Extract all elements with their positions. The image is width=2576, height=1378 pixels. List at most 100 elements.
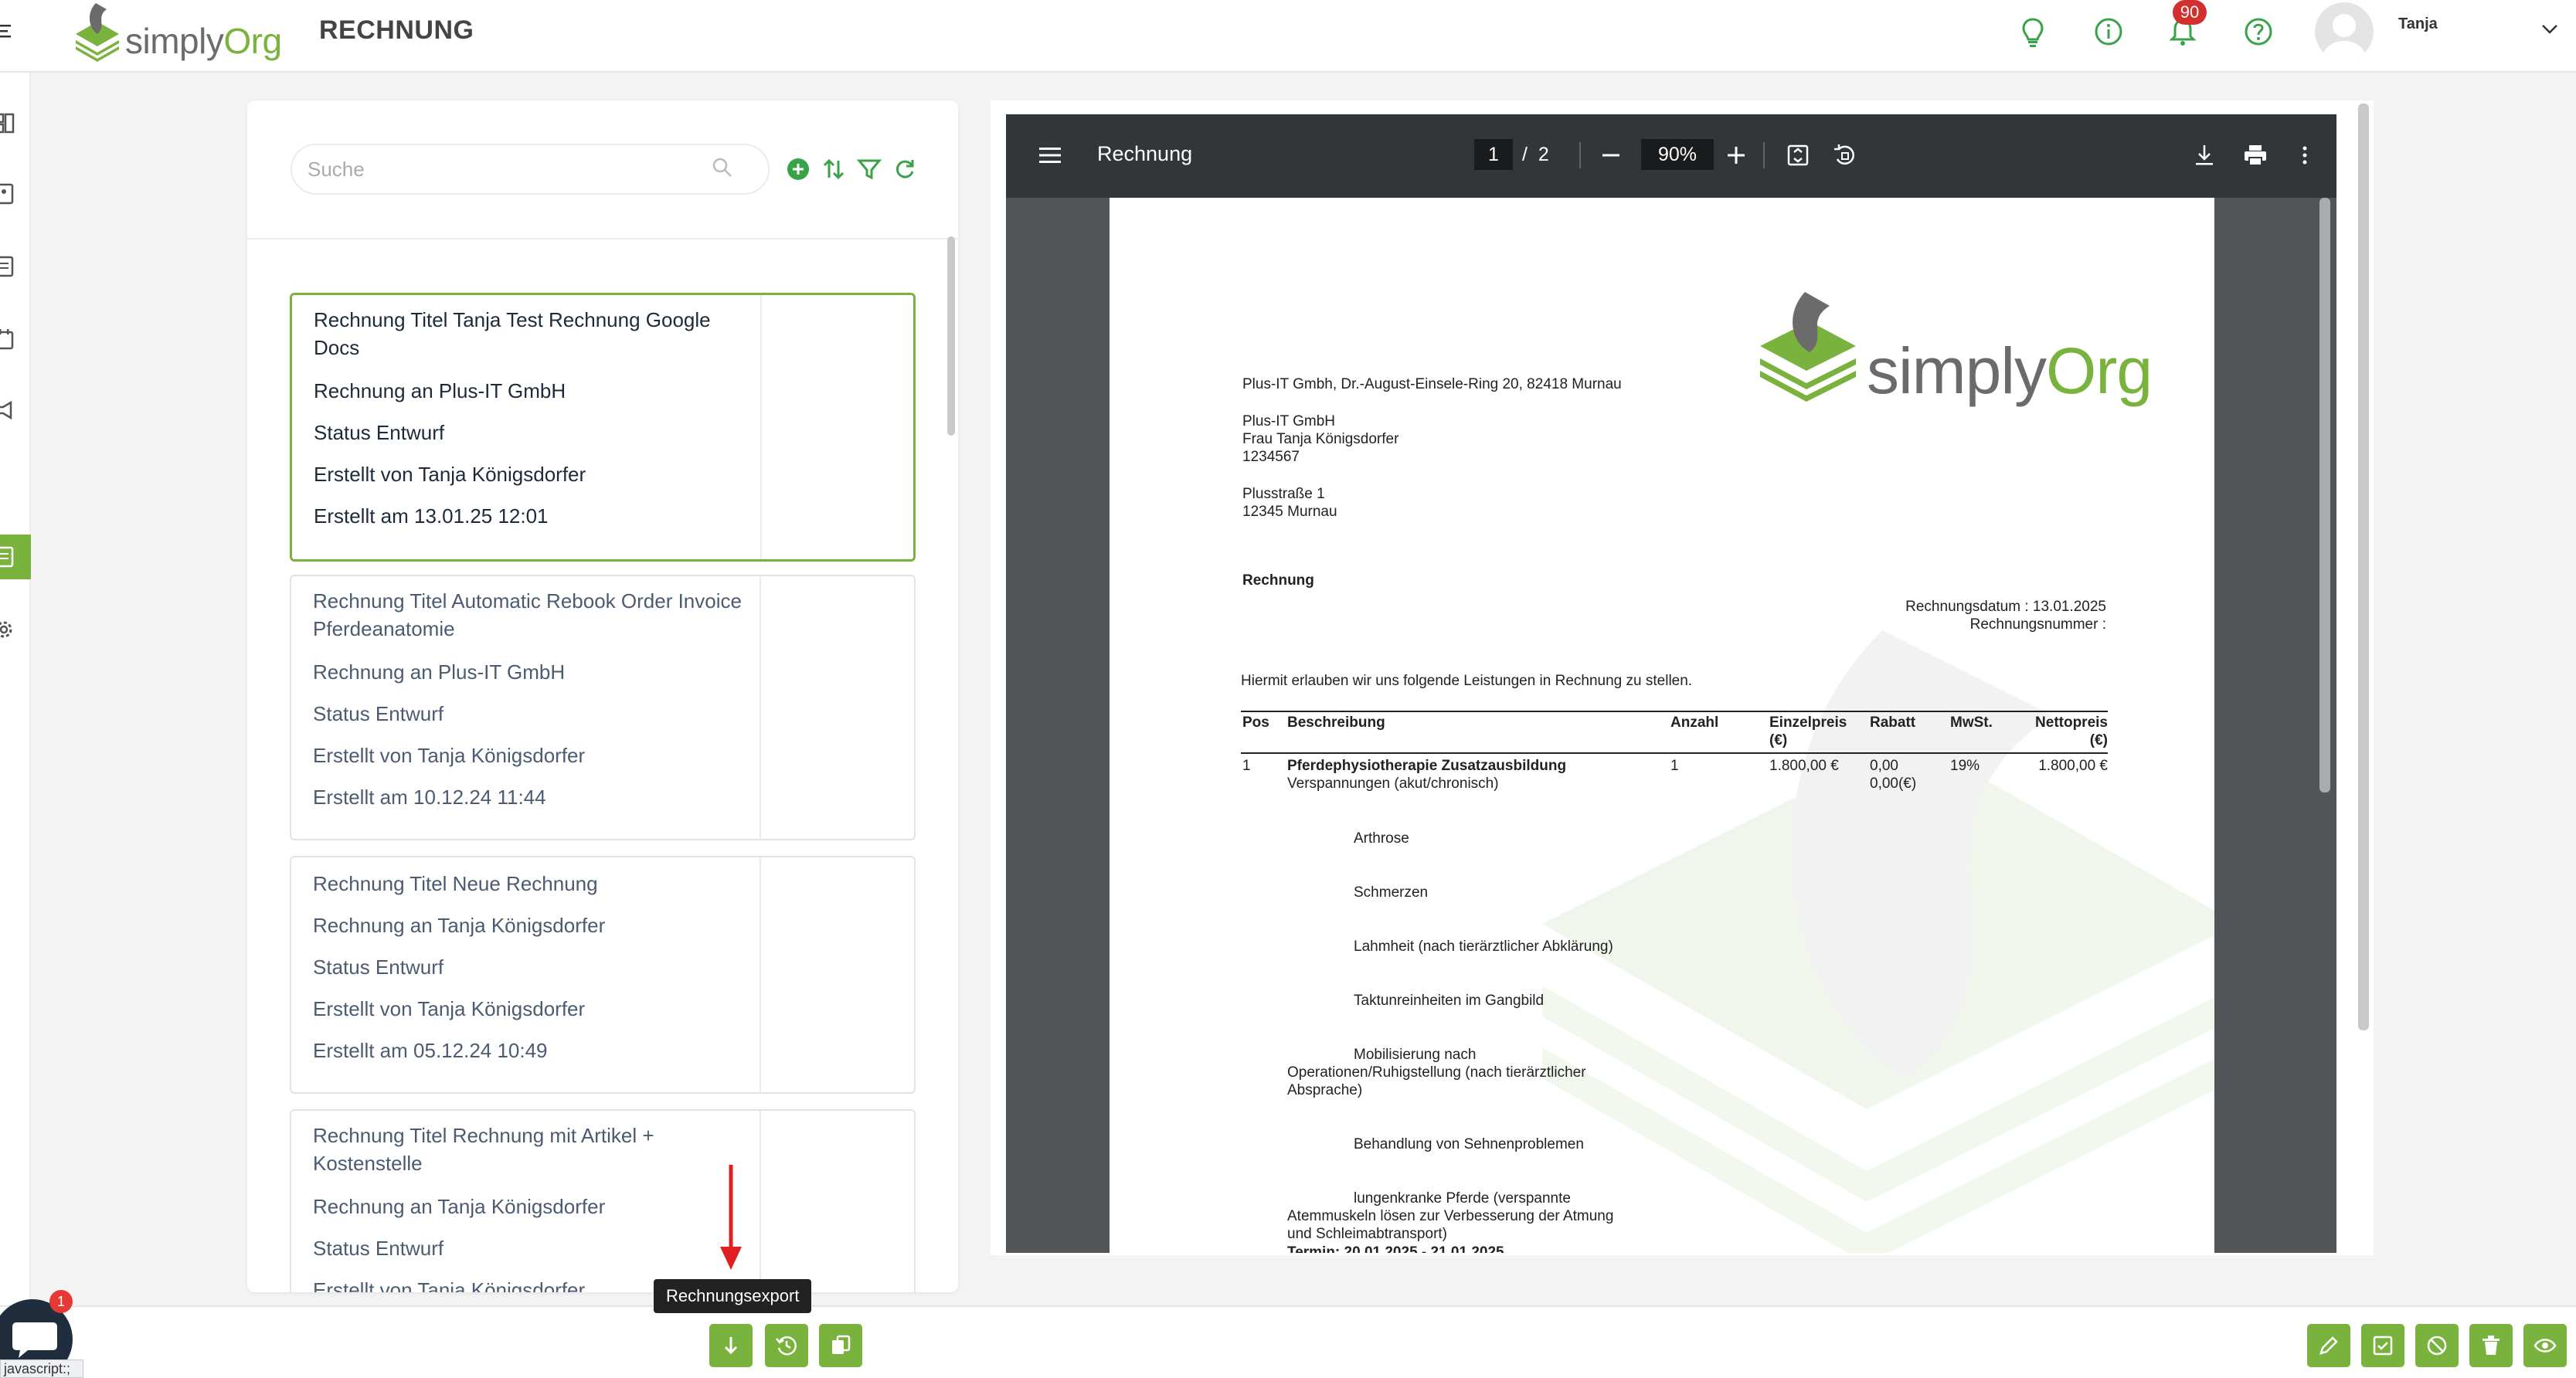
table-header-rule [1241,752,2108,754]
print-icon[interactable] [2242,142,2268,168]
delete-button[interactable] [2469,1324,2513,1367]
logo-word-org: Org [2046,334,2153,407]
history-button[interactable] [765,1324,808,1367]
card-title: Rechnung Titel Rechnung mit Artikel + Ko… [313,1124,654,1175]
pdf-scrollbar[interactable] [2319,198,2330,793]
preview-button[interactable] [2523,1324,2567,1367]
th-vat: MwSt. [1950,714,1993,731]
card-created-by: Erstellt von Tanja Königsdorfer [313,744,586,767]
status-url-chip: javascript:; [0,1359,83,1378]
card-created-by: Erstellt von Tanja Königsdorfer [313,997,586,1020]
logo-word-org: Org [223,21,282,61]
chevron-down-icon[interactable] [2540,23,2559,36]
toolbar-divider [1579,142,1581,168]
export-download-button[interactable] [709,1324,753,1367]
row-net-price: 1.800,00 € [2038,758,2108,774]
th-description: Beschreibung [1287,714,1385,731]
search-icon[interactable] [711,156,734,179]
help-icon[interactable] [2242,15,2275,48]
ban-icon [2427,1336,2447,1356]
service-item-continued: Absprache) [1287,1082,1363,1098]
settings-gear-icon[interactable] [0,618,15,641]
toolbar-divider [1763,142,1765,168]
refresh-icon[interactable] [892,156,918,182]
viewer-panel-scrollbar[interactable] [2358,104,2369,1030]
list-scrollbar[interactable] [947,236,955,436]
filter-icon[interactable] [856,156,882,182]
history-icon [776,1336,797,1356]
trash-icon [2483,1336,2500,1355]
address-line: Plusstraße 1 [1242,486,1325,502]
zoom-in-icon[interactable] [1723,142,1749,168]
user-silhouette-icon [2323,14,2366,61]
invoice-logo: simplyOrg [1759,290,2176,407]
row-vat: 19% [1950,758,1980,774]
invoice-card[interactable]: Rechnung Titel Tanja Test Rechnung Googl… [290,293,916,562]
search-box[interactable] [291,144,770,195]
menu-icon[interactable] [0,22,14,40]
card-status: Status Entwurf [314,421,445,444]
row-discount: 0,00 [1870,758,1898,774]
service-date-range: Termin: 20.01.2025 - 21.01.2025 [1287,1244,1504,1253]
approve-button[interactable] [2361,1324,2404,1367]
copy-icon [832,1335,851,1354]
card-title: Rechnung Titel Tanja Test Rechnung Googl… [314,308,711,359]
app-logo[interactable]: simplyOrg [73,0,282,65]
service-item: lungenkranke Pferde (verspannte [1354,1190,1571,1207]
lightbulb-icon[interactable] [2017,15,2049,48]
invoice-date: Rechnungsdatum : 13.01.2025 [1905,599,2106,615]
sort-icon[interactable] [821,156,847,182]
service-item: Arthrose [1354,830,1409,847]
page-total: / 2 [1522,144,1549,165]
row-title: Pferdephysiotherapie Zusatzausbildung [1287,758,1567,774]
check-square-icon [2373,1336,2393,1356]
notification-badge: 90 [2173,0,2207,25]
cancel-button[interactable] [2415,1324,2459,1367]
pencil-icon [2319,1336,2338,1355]
th-net-price: Nettopreis [2035,714,2108,731]
logo-word-simply: simply [1867,334,2047,407]
user-name[interactable]: Tanja [2398,15,2438,33]
address-line: 12345 Murnau [1242,504,1337,520]
more-options-icon[interactable] [2292,142,2318,168]
th-unit-price-currency: (€) [1769,732,1788,748]
rotate-icon[interactable] [1831,142,1857,168]
zoom-level[interactable]: 90% [1641,139,1714,170]
menu-icon[interactable] [1037,142,1063,168]
service-item: Schmerzen [1354,884,1429,901]
search-input[interactable] [308,145,709,193]
zoom-out-icon[interactable] [1598,142,1624,168]
download-icon[interactable] [2191,142,2217,168]
invoice-list-panel: Rechnung Titel Tanja Test Rechnung Googl… [247,100,958,1292]
arrow-down-icon [724,1337,738,1355]
megaphone-icon[interactable] [0,399,15,422]
copy-button[interactable] [819,1324,862,1367]
export-tooltip: Rechnungsexport [654,1279,812,1313]
pdf-viewer: Rechnung 1 / 2 90% simplyOrg Plus-IT Gmb… [1006,114,2336,1253]
invoice-icon[interactable] [0,545,15,569]
add-circle-icon[interactable] [785,156,811,182]
fit-page-icon[interactable] [1785,142,1811,168]
page-number-input[interactable]: 1 [1474,139,1513,170]
edit-button[interactable] [2307,1324,2350,1367]
service-item: Mobilisierung nach [1354,1047,1477,1063]
card-divider [760,1111,761,1292]
invoice-card[interactable]: Rechnung Titel Automatic Rebook Order In… [290,575,916,840]
invoice-intro: Hiermit erlauben wir uns folgende Leistu… [1241,673,1693,689]
row-pos: 1 [1242,758,1251,774]
row-discount-amount: 0,00(€) [1870,776,1917,792]
logo-mark-icon [1760,292,1856,402]
calendar-icon[interactable] [0,328,15,351]
avatar[interactable] [2315,2,2374,61]
card-created-at: Erstellt am 10.12.24 11:44 [313,786,546,809]
invoice-heading: Rechnung [1242,572,1314,589]
pdf-toolbar: Rechnung 1 / 2 90% [1006,114,2336,198]
document-icon[interactable] [0,255,15,278]
contacts-icon[interactable] [0,182,15,205]
info-icon[interactable] [2092,15,2125,48]
row-unit-price: 1.800,00 € [1769,758,1839,774]
invoice-card[interactable]: Rechnung Titel Rechnung mit Artikel + Ko… [290,1109,916,1292]
card-status: Status Entwurf [313,1237,444,1260]
invoice-card[interactable]: Rechnung Titel Neue Rechnung Rechnung an… [290,856,916,1094]
dashboard-icon[interactable] [0,111,15,134]
